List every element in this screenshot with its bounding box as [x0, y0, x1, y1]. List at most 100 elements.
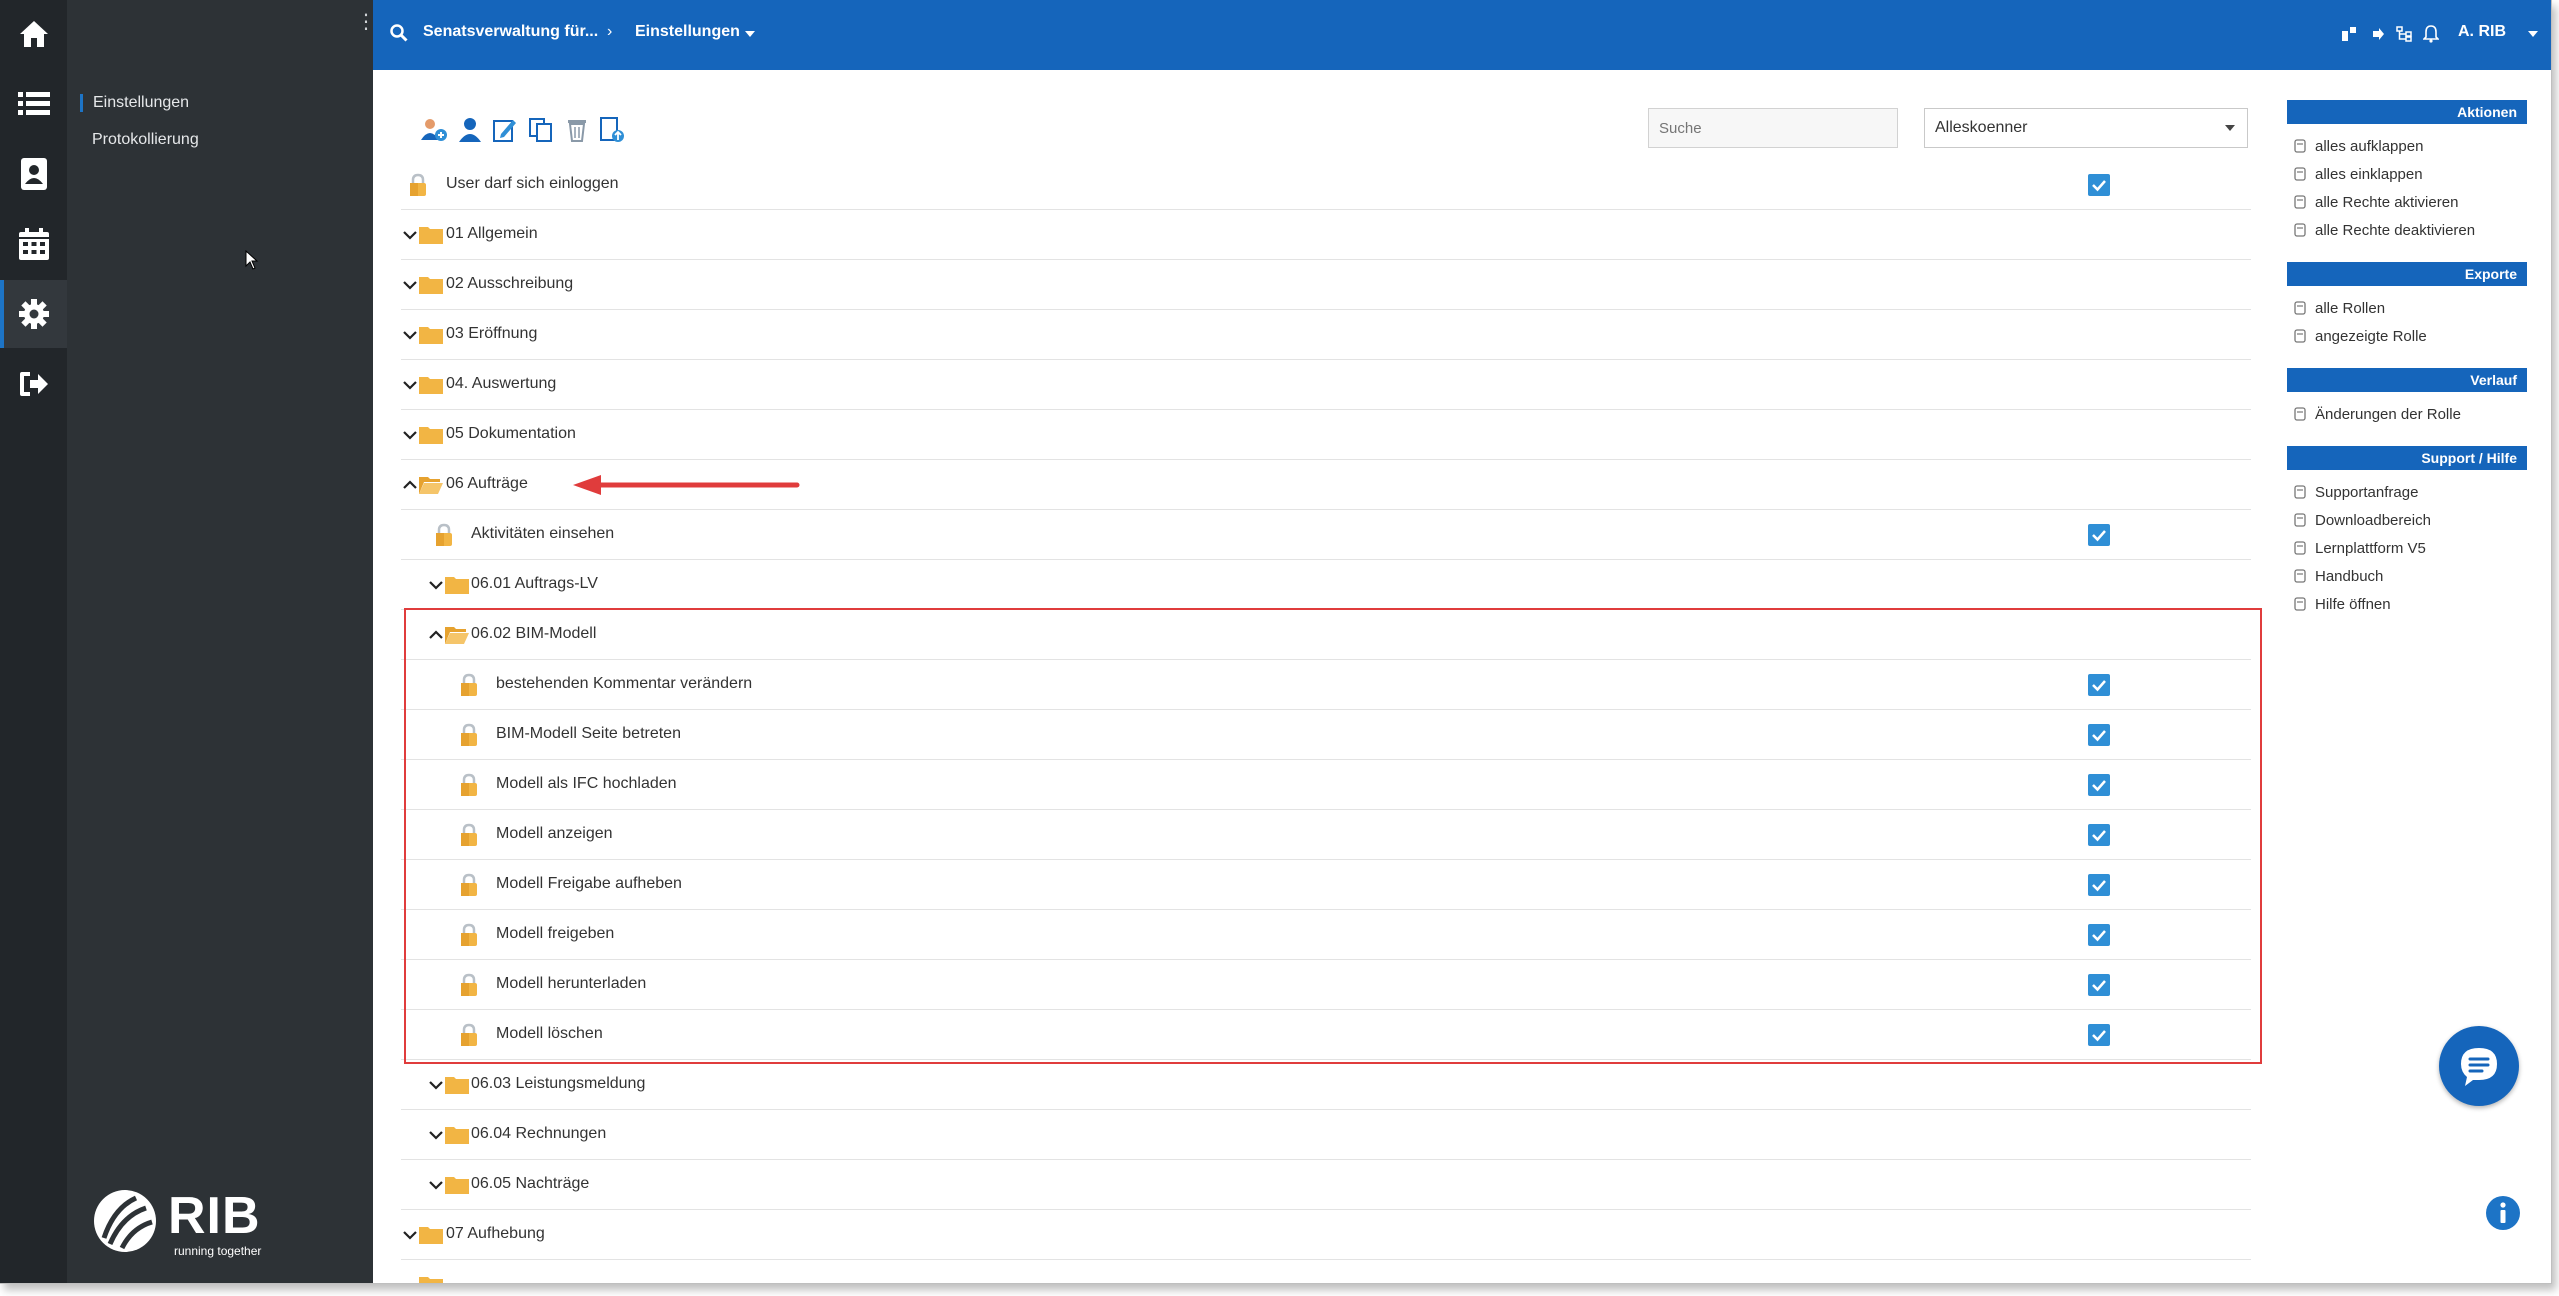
action-label: alle Rollen [2315, 299, 2386, 317]
logout-icon[interactable] [0, 350, 67, 418]
nav-item-protokollierung[interactable]: Protokollierung [80, 131, 199, 149]
tree-row-label: 02 Ausschreibung [446, 275, 574, 292]
user-dropdown-icon[interactable] [2528, 31, 2538, 37]
tree-row[interactable]: Modell löschen [401, 1010, 2251, 1060]
support-learning-platform[interactable]: Lernplattform V5 [2287, 534, 2527, 562]
tree-row[interactable]: 06.03 Leistungsmeldung [401, 1060, 2251, 1110]
tree-row[interactable]: 02 Ausschreibung [401, 260, 2251, 310]
support-request[interactable]: Supportanfrage [2287, 478, 2527, 506]
tree-row[interactable]: 06.02 BIM-Modell [401, 610, 2251, 660]
right-checkbox[interactable] [2088, 174, 2110, 196]
tree-row[interactable]: 05 Dokumentation [401, 410, 2251, 460]
breadcrumb-dropdown-icon[interactable] [745, 31, 755, 37]
chevron-down-icon[interactable] [401, 426, 419, 444]
action-expand-all[interactable]: alles aufklappen [2287, 132, 2527, 160]
action-collapse-all[interactable]: alles einklappen [2287, 160, 2527, 188]
tree-row[interactable]: 06.05 Nachträge [401, 1160, 2251, 1210]
chevron-up-icon[interactable] [401, 476, 419, 494]
action-activate-all[interactable]: alle Rechte aktivieren [2287, 188, 2527, 216]
search-input[interactable] [1648, 108, 1898, 148]
right-checkbox[interactable] [2088, 524, 2110, 546]
folder-open-icon [445, 627, 469, 644]
chevron-down-icon[interactable] [401, 226, 419, 244]
bullet-icon [2294, 541, 2306, 555]
right-checkbox[interactable] [2088, 974, 2110, 996]
contacts-icon[interactable] [0, 140, 67, 208]
list-icon[interactable] [0, 70, 67, 138]
tree-row[interactable]: 01 Allgemein [401, 210, 2251, 260]
support-manual[interactable]: Handbuch [2287, 562, 2527, 590]
bullet-icon [2294, 139, 2306, 153]
delete-icon[interactable] [563, 116, 591, 144]
tree-row[interactable]: bestehenden Kommentar verändern [401, 660, 2251, 710]
chevron-down-icon[interactable] [427, 1076, 445, 1094]
right-checkbox[interactable] [2088, 774, 2110, 796]
right-checkbox[interactable] [2088, 824, 2110, 846]
breadcrumb-settings[interactable]: Einstellungen [635, 23, 740, 41]
chevron-down-icon[interactable] [427, 1126, 445, 1144]
tree-row[interactable]: Modell herunterladen [401, 960, 2251, 1010]
tree-row-label: 06 Aufträge [446, 475, 528, 492]
action-label: alle Rechte aktivieren [2315, 193, 2459, 211]
nav-item-einstellungen[interactable]: Einstellungen [80, 94, 189, 112]
calendar-icon[interactable] [0, 210, 67, 278]
user-icon[interactable] [456, 116, 484, 144]
forward-icon[interactable] [2371, 27, 2385, 41]
bell-icon[interactable] [2423, 25, 2439, 43]
tree-row[interactable]: Aktivitäten einsehen [401, 510, 2251, 560]
tree-row-label: 01 Allgemein [446, 225, 538, 242]
tree-row-partial [401, 1260, 2251, 1283]
export-all-roles[interactable]: alle Rollen [2287, 294, 2527, 322]
chevron-down-icon[interactable] [401, 276, 419, 294]
tree-row[interactable]: Modell freigeben [401, 910, 2251, 960]
tree-row[interactable]: 06.01 Auftrags-LV [401, 560, 2251, 610]
right-checkbox[interactable] [2088, 874, 2110, 896]
action-label: Downloadbereich [2315, 511, 2431, 529]
chat-button[interactable] [2439, 1026, 2519, 1106]
action-deactivate-all[interactable]: alle Rechte deaktivieren [2287, 216, 2527, 244]
tree-row[interactable]: 06.04 Rechnungen [401, 1110, 2251, 1160]
right-checkbox[interactable] [2088, 674, 2110, 696]
home-icon[interactable] [0, 0, 67, 68]
section-title: Verlauf [2287, 368, 2527, 392]
lock-icon [461, 723, 477, 746]
hierarchy-icon[interactable] [2396, 26, 2412, 42]
tree-row[interactable]: User darf sich einloggen [401, 160, 2251, 210]
search-icon[interactable] [390, 24, 408, 42]
folder-icon [419, 227, 443, 244]
tree-row[interactable]: 06 Aufträge [401, 460, 2251, 510]
add-user-icon[interactable] [420, 116, 448, 144]
tree-row[interactable]: Modell Freigabe aufheben [401, 860, 2251, 910]
export-icon[interactable] [598, 116, 626, 144]
edit-icon[interactable] [491, 116, 519, 144]
tree-row[interactable]: Modell als IFC hochladen [401, 760, 2251, 810]
tree-row[interactable]: 03 Eröffnung [401, 310, 2251, 360]
right-checkbox[interactable] [2088, 724, 2110, 746]
chevron-down-icon[interactable] [427, 1176, 445, 1194]
info-button[interactable] [2486, 1196, 2520, 1230]
gear-icon[interactable] [0, 280, 67, 348]
right-checkbox[interactable] [2088, 1024, 2110, 1046]
copy-icon[interactable] [527, 116, 555, 144]
history-role-changes[interactable]: Änderungen der Rolle [2287, 400, 2527, 428]
breadcrumb-project[interactable]: Senatsverwaltung für... [423, 23, 598, 41]
bullet-icon [2294, 167, 2306, 181]
tree-row[interactable]: BIM-Modell Seite betreten [401, 710, 2251, 760]
chevron-down-icon[interactable] [401, 1226, 419, 1244]
chevron-up-icon[interactable] [427, 626, 445, 644]
tree-row[interactable]: 07 Aufhebung [401, 1210, 2251, 1260]
action-label: Hilfe öffnen [2315, 595, 2391, 613]
support-downloads[interactable]: Downloadbereich [2287, 506, 2527, 534]
lock-icon [461, 923, 477, 946]
chevron-down-icon[interactable] [401, 326, 419, 344]
chevron-down-icon[interactable] [401, 376, 419, 394]
export-shown-role[interactable]: angezeigte Rolle [2287, 322, 2527, 350]
role-select[interactable]: Alleskoenner [1924, 108, 2248, 148]
apps-icon[interactable] [2341, 26, 2357, 42]
chevron-down-icon[interactable] [427, 576, 445, 594]
tree-row[interactable]: Modell anzeigen [401, 810, 2251, 860]
tree-row[interactable]: 04. Auswertung [401, 360, 2251, 410]
user-menu[interactable]: A. RIB [2458, 23, 2506, 41]
right-checkbox[interactable] [2088, 924, 2110, 946]
support-open-help[interactable]: Hilfe öffnen [2287, 590, 2527, 618]
